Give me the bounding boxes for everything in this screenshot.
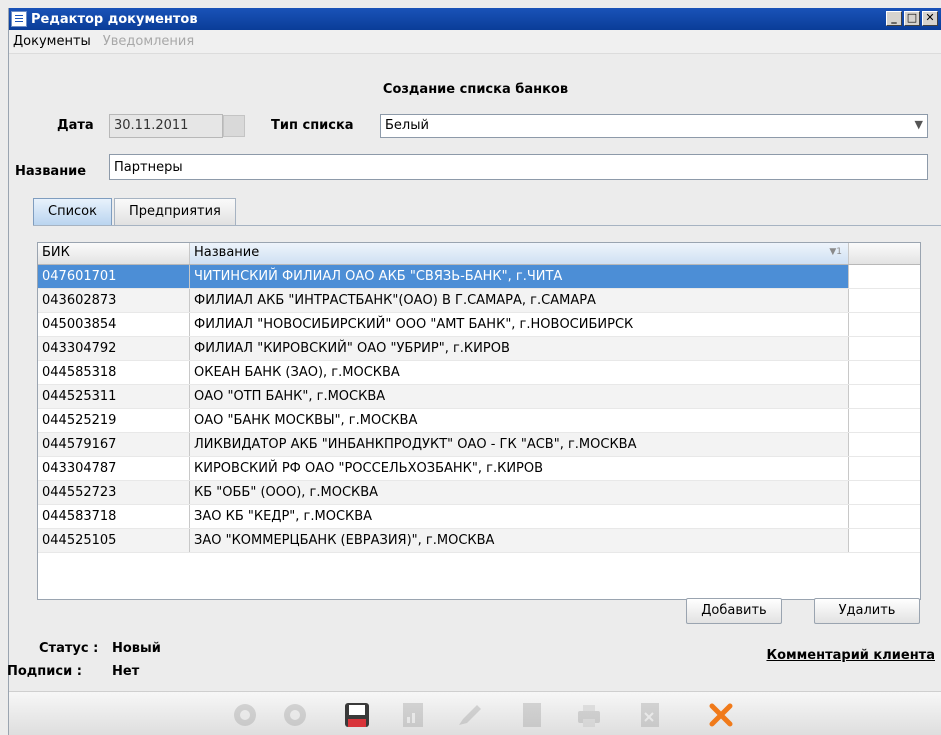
app-icon (11, 11, 27, 27)
table-row[interactable]: 044579167 ЛИКВИДАТОР АКБ "ИНБАНКПРОДУКТ" … (38, 433, 920, 457)
table-row[interactable]: 044525105 ЗАО "КОММЕРЦБАНК (ЕВРАЗИЯ)", г.… (38, 529, 920, 553)
table-row[interactable]: 047601701 ЧИТИНСКИЙ ФИЛИАЛ ОАО АКБ "СВЯЗЬ… (38, 265, 920, 289)
cell-spacer (849, 505, 920, 528)
column-header-name[interactable]: Название ▼1 (190, 243, 849, 264)
cell-bik: 044579167 (38, 433, 190, 456)
cell-bik: 044525219 (38, 409, 190, 432)
cell-bik: 044525105 (38, 529, 190, 552)
banks-table: БИК Название ▼1 047601701 ЧИТИНСКИЙ ФИЛИА… (37, 242, 921, 600)
status-value: Новый (112, 641, 161, 656)
date-label: Дата (57, 118, 94, 133)
table-row[interactable]: 044585318 ОКЕАН БАНК (ЗАО), г.МОСКВА (38, 361, 920, 385)
cell-spacer (849, 361, 920, 384)
document-editor-window: Редактор документов _ □ ✕ Документы Увед… (7, 8, 941, 735)
cell-bik: 044585318 (38, 361, 190, 384)
column-header-spacer (849, 243, 920, 264)
save-icon[interactable] (343, 701, 371, 729)
report-icon[interactable] (399, 701, 427, 729)
minimize-button[interactable]: _ (886, 11, 902, 26)
cell-bik: 045003854 (38, 313, 190, 336)
cell-spacer (849, 337, 920, 360)
table-row[interactable]: 045003854 ФИЛИАЛ "НОВОСИБИРСКИЙ" ООО "АМТ… (38, 313, 920, 337)
cell-bank-name: ФИЛИАЛ АКБ "ИНТРАСТБАНК"(ОАО) В Г.САМАРА… (190, 289, 849, 312)
cell-bank-name: ЗАО КБ "КЕДР", г.МОСКВА (190, 505, 849, 528)
name-input[interactable]: Партнеры (109, 154, 928, 180)
cell-spacer (849, 313, 920, 336)
cell-bik: 043304792 (38, 337, 190, 360)
copy-icon[interactable] (517, 701, 545, 729)
sort-indicator-icon: ▼1 (829, 247, 842, 257)
cell-bank-name: ОАО "ОТП БАНК", г.МОСКВА (190, 385, 849, 408)
tab-list[interactable]: Список (33, 198, 112, 226)
window-controls: _ □ ✕ (886, 11, 938, 26)
cell-spacer (849, 433, 920, 456)
cell-bank-name: ЛИКВИДАТОР АКБ "ИНБАНКПРОДУКТ" ОАО - ГК … (190, 433, 849, 456)
cell-bank-name: ФИЛИАЛ "КИРОВСКИЙ" ОАО "УБРИР", г.КИРОВ (190, 337, 849, 360)
cell-spacer (849, 457, 920, 480)
sign-icon[interactable] (231, 701, 259, 729)
table-header: БИК Название ▼1 (38, 243, 920, 265)
cell-bik: 044525311 (38, 385, 190, 408)
table-row[interactable]: 044525311 ОАО "ОТП БАНК", г.МОСКВА (38, 385, 920, 409)
menu-documents[interactable]: Документы (13, 34, 91, 49)
verify-icon[interactable] (281, 701, 309, 729)
table-row[interactable]: 043602873 ФИЛИАЛ АКБ "ИНТРАСТБАНК"(ОАО) В… (38, 289, 920, 313)
column-header-name-label: Название (194, 245, 260, 260)
list-type-label: Тип списка (271, 118, 354, 133)
name-label: Название (15, 164, 87, 179)
status-label: Статус : (39, 641, 99, 656)
tab-divider (33, 225, 941, 226)
tab-enterprises[interactable]: Предприятия (113, 198, 236, 226)
cell-spacer (849, 481, 920, 504)
cell-bik: 043304787 (38, 457, 190, 480)
list-type-select[interactable]: Белый ▼ (380, 114, 928, 138)
signatures-value: Нет (112, 664, 140, 679)
print-icon[interactable] (575, 701, 603, 729)
cell-spacer (849, 265, 920, 288)
cell-bik: 043602873 (38, 289, 190, 312)
cell-spacer (849, 289, 920, 312)
signatures-label: Подписи : (7, 664, 82, 679)
date-picker-button[interactable] (223, 115, 245, 137)
cell-bank-name: ЗАО "КОММЕРЦБАНК (ЕВРАЗИЯ)", г.МОСКВА (190, 529, 849, 552)
window-title: Редактор документов (31, 11, 198, 27)
title-bar[interactable]: Редактор документов _ □ ✕ (9, 8, 941, 30)
date-field[interactable]: 30.11.2011 (109, 114, 223, 138)
delete-button[interactable]: Удалить (814, 598, 920, 624)
cell-bank-name: ФИЛИАЛ "НОВОСИБИРСКИЙ" ООО "АМТ БАНК", г… (190, 313, 849, 336)
table-row[interactable]: 043304792 ФИЛИАЛ "КИРОВСКИЙ" ОАО "УБРИР",… (38, 337, 920, 361)
cell-bank-name: ЧИТИНСКИЙ ФИЛИАЛ ОАО АКБ "СВЯЗЬ-БАНК", г… (190, 265, 849, 288)
client-comment-link[interactable]: Комментарий клиента (766, 648, 935, 663)
bottom-toolbar (9, 691, 941, 735)
cell-spacer (849, 529, 920, 552)
cell-spacer (849, 385, 920, 408)
maximize-button[interactable]: □ (904, 11, 920, 26)
cell-bank-name: КИРОВСКИЙ РФ ОАО "РОССЕЛЬХОЗБАНК", г.КИР… (190, 457, 849, 480)
close-icon[interactable] (707, 701, 735, 729)
cell-bank-name: ОАО "БАНК МОСКВЫ", г.МОСКВА (190, 409, 849, 432)
cell-bank-name: ОКЕАН БАНК (ЗАО), г.МОСКВА (190, 361, 849, 384)
form-title: Создание списка банков (382, 82, 569, 97)
add-button[interactable]: Добавить (686, 598, 782, 624)
cell-bik: 047601701 (38, 265, 190, 288)
delete-doc-icon[interactable] (635, 701, 663, 729)
cell-bank-name: КБ "ОББ" (ООО), г.МОСКВА (190, 481, 849, 504)
cell-bik: 044583718 (38, 505, 190, 528)
list-type-value: Белый (385, 118, 429, 133)
table-row[interactable]: 044525219 ОАО "БАНК МОСКВЫ", г.МОСКВА (38, 409, 920, 433)
menu-notifications[interactable]: Уведомления (103, 34, 194, 49)
table-body: 047601701 ЧИТИНСКИЙ ФИЛИАЛ ОАО АКБ "СВЯЗЬ… (38, 265, 920, 553)
menu-bar: Документы Уведомления (9, 30, 941, 54)
cell-bik: 044552723 (38, 481, 190, 504)
table-row[interactable]: 044552723 КБ "ОББ" (ООО), г.МОСКВА (38, 481, 920, 505)
close-window-button[interactable]: ✕ (922, 11, 938, 26)
chevron-down-icon[interactable]: ▼ (915, 118, 923, 131)
tab-bar: Список Предприятия (33, 198, 238, 226)
cell-spacer (849, 409, 920, 432)
table-row[interactable]: 044583718 ЗАО КБ "КЕДР", г.МОСКВА (38, 505, 920, 529)
edit-icon[interactable] (455, 701, 483, 729)
table-row[interactable]: 043304787 КИРОВСКИЙ РФ ОАО "РОССЕЛЬХОЗБАН… (38, 457, 920, 481)
column-header-bik[interactable]: БИК (38, 243, 190, 264)
